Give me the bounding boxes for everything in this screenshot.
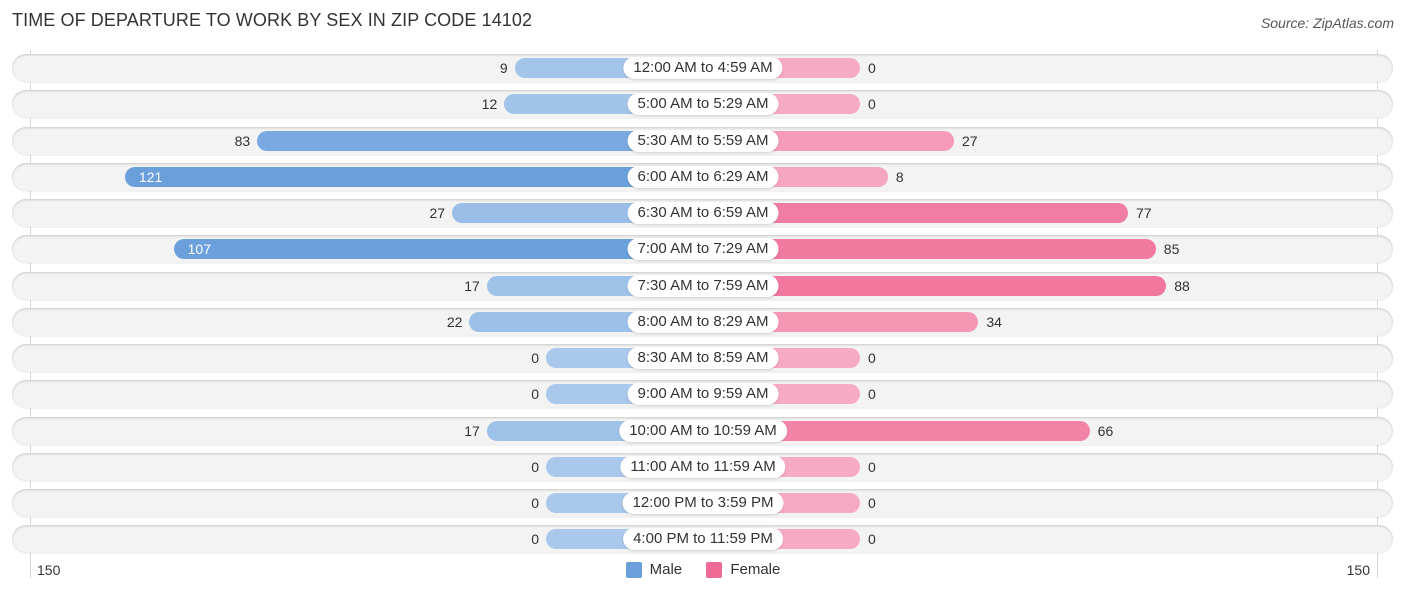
male-value-label: 27 [429, 205, 446, 221]
source-label: Source: ZipAtlas.com [1260, 15, 1394, 31]
legend-label-male: Male [649, 561, 683, 578]
male-value-label: 0 [531, 386, 539, 403]
chart-title: TIME OF DEPARTURE TO WORK BY SEX IN ZIP … [12, 10, 533, 30]
category-label: 9:00 AM to 9:59 AM [627, 383, 779, 406]
category-label: 5:00 AM to 5:29 AM [627, 93, 779, 116]
female-value-label: 27 [961, 132, 978, 149]
male-value-label: 17 [464, 277, 480, 294]
male-value-label: 0 [531, 495, 539, 511]
male-bar[interactable] [124, 166, 703, 187]
male-value-label: 0 [531, 458, 539, 475]
legend-item-male: Male [625, 561, 683, 578]
category-label: 7:00 AM to 7:29 AM [627, 238, 779, 261]
female-value-label: 0 [868, 96, 876, 113]
category-label: 10:00 AM to 10:59 AM [619, 419, 787, 442]
female-value-label: 0 [868, 60, 876, 76]
male-value-label: 107 [187, 241, 211, 258]
category-label: 6:00 AM to 6:29 AM [627, 165, 779, 188]
female-value-label: 88 [1174, 277, 1190, 294]
female-value-label: 8 [895, 168, 904, 185]
category-label: 4:00 PM to 11:59 PM [623, 528, 783, 551]
male-value-label: 12 [481, 96, 498, 113]
category-label: 8:30 AM to 8:59 AM [627, 347, 779, 369]
female-value-label: 0 [868, 495, 876, 511]
legend: Male Female [0, 561, 1406, 582]
male-swatch-icon [625, 561, 642, 578]
category-label: 12:00 PM to 3:59 PM [622, 492, 784, 514]
male-value-label: 22 [446, 313, 463, 330]
female-value-label: 0 [868, 386, 876, 403]
female-value-label: 0 [868, 531, 876, 548]
female-value-label: 0 [868, 350, 876, 366]
category-label: 5:30 AM to 5:59 AM [627, 129, 779, 152]
category-label: 12:00 AM to 4:59 AM [623, 57, 783, 79]
category-label: 6:30 AM to 6:59 AM [627, 202, 779, 224]
male-value-label: 121 [138, 168, 163, 185]
female-value-label: 0 [868, 458, 876, 475]
male-value-label: 0 [531, 350, 539, 366]
category-label: 7:30 AM to 7:59 AM [627, 274, 779, 297]
female-value-label: 77 [1135, 205, 1152, 221]
legend-item-female: Female [706, 561, 780, 578]
male-value-label: 0 [531, 531, 539, 548]
male-value-label: 17 [464, 422, 480, 439]
male-value-label: 83 [234, 132, 251, 149]
male-bar[interactable] [173, 239, 703, 260]
category-label: 8:00 AM to 8:29 AM [627, 310, 779, 333]
male-value-label: 9 [499, 60, 508, 76]
female-value-label: 85 [1163, 241, 1180, 258]
female-value-label: 66 [1097, 422, 1114, 439]
female-value-label: 34 [986, 313, 1002, 330]
legend-label-female: Female [730, 561, 781, 578]
category-label: 11:00 AM to 11:59 AM [620, 455, 786, 478]
female-swatch-icon [706, 561, 723, 578]
